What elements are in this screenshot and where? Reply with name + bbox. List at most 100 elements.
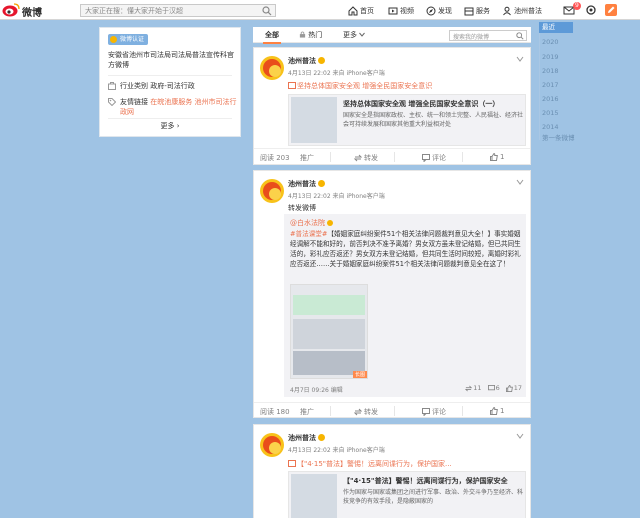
nav-service[interactable]: 服务 [464,4,490,17]
repost-label: 转发 [364,154,378,162]
tab-more[interactable]: 更多 [343,30,366,40]
avatar[interactable] [260,433,284,457]
post-author-name: 池州普法 [288,180,316,188]
repost-author-name: @白水法院 [290,219,325,227]
timeline-item[interactable]: 第一条微博 [539,133,599,144]
divider [108,118,232,119]
chevron-down-icon[interactable] [516,433,524,439]
repost-button[interactable]: 转发 [354,407,378,417]
repost-like-count[interactable]: 17 [505,384,522,392]
timeline-item[interactable]: 2020 [539,37,573,48]
article-card[interactable]: 坚持总体国家安全观 增强全民国家安全意识（一） 国家安全是指国家政权、主权、统一… [288,94,526,146]
repost-icon [465,385,473,391]
timeline-item[interactable]: 2016 [539,94,573,105]
like-count: 1 [500,153,505,161]
thumbs-up-icon [505,384,513,392]
like-count: 1 [500,407,505,415]
divider [462,152,463,162]
feed-search-input[interactable]: 搜索我的微博 [449,30,527,41]
compose-icon[interactable] [604,3,618,17]
repost-text: #普法课堂#【婚姻家庭纠纷案件51个相关法律问题裁判意见大全！】事实婚姻经调解不… [290,229,522,269]
nav-home[interactable]: 首页 [348,4,374,17]
feed-tabs: 全部 热门 更多 搜索我的微博 [253,27,531,44]
friend-links-label: 友情链接 [120,98,148,106]
repost-button[interactable]: 转发 [354,153,378,163]
more-info-link[interactable]: 更多 › [100,121,240,131]
timeline-item[interactable]: 2014 [539,122,573,133]
feed-post: 池州普法 4月13日 22:02 来自 iPhone客户端 坚持总体国家安全观 … [253,47,531,165]
briefcase-icon [108,82,116,90]
comment-button[interactable]: 评论 [422,153,446,163]
search-icon[interactable] [262,6,272,16]
repost-author[interactable]: @白水法院 [290,218,334,228]
avatar[interactable] [260,56,284,80]
post-author[interactable]: 池州普法 [288,179,325,189]
divider [330,406,331,416]
timeline-item[interactable]: 2019 [539,52,573,63]
top-nav-bar: 微博 大家正在搜：懂大家开始于汉超 首页 视频 发现 服务 池州普法 9 [0,0,640,20]
comment-label: 评论 [432,154,446,162]
divider [330,152,331,162]
comment-label: 评论 [432,408,446,416]
read-count: 阅读 203 [260,154,290,162]
post-link[interactable]: 坚持总体国家安全观 增强全民国家安全意识 [288,81,432,91]
verified-v-icon [327,220,334,226]
divider [394,152,395,162]
chevron-down-icon[interactable] [516,56,524,62]
comment-button[interactable]: 评论 [422,407,446,417]
verified-v-icon [318,57,325,64]
feed-post: 池州普法 4月13日 22:02 来自 iPhone客户端 转发微博 @白水法院… [253,170,531,418]
nav-home-label: 首页 [360,6,374,15]
link-icon [288,82,296,89]
verified-v-icon [318,434,325,441]
timeline-item[interactable]: 2018 [539,66,573,77]
search-icon[interactable] [516,32,524,40]
friend-links-text: 友情链接 在皖池康服务 池州市司法行政网 [120,97,238,117]
global-search-input[interactable]: 大家正在搜：懂大家开始于汉超 [80,4,276,17]
hashtag-link[interactable]: #普法课堂# [290,230,327,238]
verified-v-icon [110,36,117,43]
timeline-item[interactable]: 2015 [539,108,573,119]
divider [462,406,463,416]
post-author[interactable]: 池州普法 [288,433,325,443]
post-author[interactable]: 池州普法 [288,56,325,66]
article-desc: 作为国家与国家或集团之间进行军事、政治、外交斗争乃至经济、科技竞争的有效手段，是… [343,489,524,505]
chevron-down-icon[interactable] [516,179,524,185]
thumbs-up-icon [490,407,498,415]
repost-image[interactable]: 长图 [290,284,368,379]
image-block [293,295,365,315]
nav-profile-label: 池州普法 [514,6,542,15]
article-desc: 国家安全是指国家政权、主权、统一和领土完整、人民福祉、经济社会可持续发展和国家其… [343,112,524,128]
post-author-name: 池州普法 [288,57,316,65]
tab-more-label: 更多 [343,31,357,39]
divider [108,75,232,76]
article-card[interactable]: 【"4·15"普法】警惕！远离间谍行为，保护国家安全 作为国家与国家或集团之间进… [288,471,526,518]
feed-search-placeholder: 搜索我的微博 [453,34,490,41]
weibo-logo[interactable]: 微博 [2,2,60,19]
nav-profile[interactable]: 池州普法 [502,4,542,17]
tab-all[interactable]: 全部 [263,30,281,44]
nav-discover[interactable]: 发现 [426,4,452,17]
compass-icon [426,6,436,15]
nav-video[interactable]: 视频 [388,4,414,17]
tab-hot[interactable]: 热门 [299,30,322,40]
repost-forward-count[interactable]: 11 [465,384,482,392]
post-link[interactable]: 【"4·15"普法】警惕！远离间谍行为，保护国家... [288,459,452,469]
like-button[interactable]: 1 [490,153,504,161]
timeline-item[interactable]: 2017 [539,80,573,91]
home-icon [348,5,358,15]
like-button[interactable]: 1 [490,407,504,415]
repost-comment-count[interactable]: 6 [487,384,500,392]
chevron-down-icon [359,32,366,37]
profile-info-card: 微博认证 安徽省池州市司法局司法局普法宣传科官方微博 行业类别 政府-司法行政 … [99,27,241,137]
avatar[interactable] [260,179,284,203]
tag-icon [108,98,116,106]
notification-badge: 9 [573,2,581,10]
promote-button[interactable]: 推广 [300,407,314,417]
timeline-item[interactable]: 最近 [539,22,573,33]
tab-hot-label: 热门 [308,31,323,39]
promote-button[interactable]: 推广 [300,153,314,163]
search-placeholder: 大家正在搜：懂大家开始于汉超 [85,7,183,15]
gear-icon[interactable] [584,3,598,17]
industry-text: 行业类别 政府-司法行政 [120,82,195,90]
